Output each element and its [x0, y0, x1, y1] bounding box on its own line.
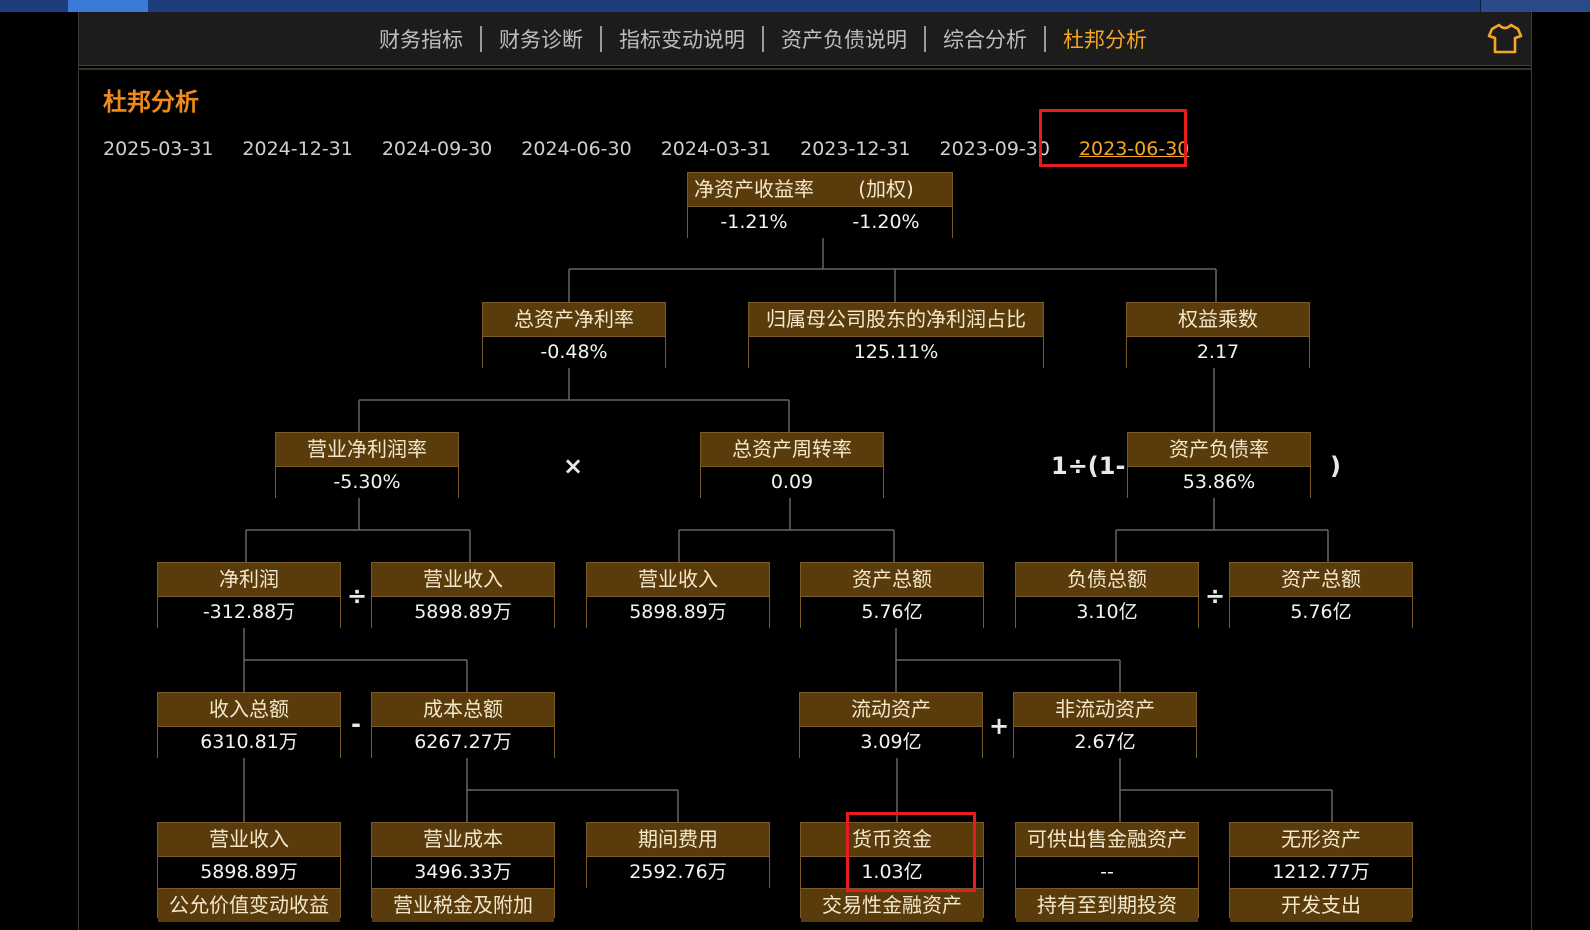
roe-value: -1.21% [720, 211, 788, 233]
node-value: 53.86% [1128, 466, 1310, 498]
noncurrent-assets-node[interactable]: 非流动资产 2.67亿 [1013, 692, 1197, 758]
afs-assets-node[interactable]: 可供出售金融资产 -- [1015, 822, 1199, 888]
node-label: 期间费用 [587, 823, 769, 856]
node-label: 营业税金及附加 [372, 889, 554, 922]
node-value: 5898.89万 [158, 856, 340, 888]
node-value: 0.09 [701, 466, 883, 498]
roa-node[interactable]: 总资产净利率 -0.48% [482, 302, 666, 368]
node-value: 3496.33万 [372, 856, 554, 888]
node-value: -312.88万 [158, 596, 340, 628]
roe-label: 净资产收益率 [694, 177, 814, 201]
node-label: 总资产周转率 [701, 433, 883, 466]
node-label: 交易性金融资产 [801, 889, 983, 922]
tax-surcharge-node[interactable]: 营业税金及附加 [371, 888, 555, 922]
node-label: 营业收入 [158, 823, 340, 856]
roe-weighted-value: -1.20% [852, 211, 920, 233]
trading-assets-node[interactable]: 交易性金融资产 [800, 888, 984, 922]
total-assets-node[interactable]: 资产总额 5.76亿 [800, 562, 984, 628]
node-value: 2592.76万 [587, 856, 769, 888]
node-value: -- [1016, 856, 1198, 888]
node-label: 成本总额 [372, 693, 554, 726]
node-label: 资产负债率 [1128, 433, 1310, 466]
total-liabilities-node[interactable]: 负债总额 3.10亿 [1015, 562, 1199, 628]
net-profit-node[interactable]: 净利润 -312.88万 [157, 562, 341, 628]
node-label: 总资产净利率 [483, 303, 665, 336]
top-bar-active-segment[interactable] [68, 0, 148, 12]
net-margin-node[interactable]: 营业净利润率 -5.30% [275, 432, 459, 498]
node-value: 2.17 [1127, 336, 1309, 368]
node-value: 5898.89万 [372, 596, 554, 628]
revenue-node[interactable]: 营业收入 5898.89万 [586, 562, 770, 628]
close-paren: ) [1330, 452, 1341, 480]
node-label: 非流动资产 [1014, 693, 1196, 726]
revenue-node[interactable]: 营业收入 5898.89万 [157, 822, 341, 888]
node-label: 开发支出 [1230, 889, 1412, 922]
plus-operator: + [989, 712, 1010, 740]
top-window-bar [0, 0, 1590, 12]
equity-multiplier-node[interactable]: 权益乘数 2.17 [1126, 302, 1310, 368]
roe-weighted-label: (加权) [858, 177, 914, 201]
total-cost-node[interactable]: 成本总额 6267.27万 [371, 692, 555, 758]
node-value: 2.67亿 [1014, 726, 1196, 758]
node-value: 1212.77万 [1230, 856, 1412, 888]
node-label: 归属母公司股东的净利润占比 [749, 303, 1043, 336]
node-label: 无形资产 [1230, 823, 1412, 856]
node-label: 资产总额 [1230, 563, 1412, 596]
development-expense-node[interactable]: 开发支出 [1229, 888, 1413, 922]
node-label: 权益乘数 [1127, 303, 1309, 336]
node-label: 公允价值变动收益 [158, 889, 340, 922]
node-value: 5898.89万 [587, 596, 769, 628]
node-label: 营业成本 [372, 823, 554, 856]
node-value: 5.76亿 [801, 596, 983, 628]
node-value: 125.11% [749, 336, 1043, 368]
revenue-node[interactable]: 营业收入 5898.89万 [371, 562, 555, 628]
roe-node[interactable]: 净资产收益率 (加权) -1.21% -1.20% [687, 172, 953, 238]
dupont-panel: 财务指标 财务诊断 指标变动说明 资产负债说明 综合分析 杜邦分析 杜邦分析 2… [78, 12, 1532, 930]
node-value: 3.10亿 [1016, 596, 1198, 628]
divide-operator: ÷ [1205, 582, 1226, 610]
total-assets-node[interactable]: 资产总额 5.76亿 [1229, 562, 1413, 628]
asset-turnover-node[interactable]: 总资产周转率 0.09 [700, 432, 884, 498]
node-label: 营业净利润率 [276, 433, 458, 466]
node-label: 资产总额 [801, 563, 983, 596]
fair-value-change-node[interactable]: 公允价值变动收益 [157, 888, 341, 922]
node-label: 营业收入 [372, 563, 554, 596]
htm-investment-node[interactable]: 持有至到期投资 [1015, 888, 1199, 922]
intangible-assets-node[interactable]: 无形资产 1212.77万 [1229, 822, 1413, 888]
node-label: 流动资产 [800, 693, 982, 726]
current-assets-node[interactable]: 流动资产 3.09亿 [799, 692, 983, 758]
node-label: 净利润 [158, 563, 340, 596]
node-value: 3.09亿 [800, 726, 982, 758]
node-label: 营业收入 [587, 563, 769, 596]
node-value: 6310.81万 [158, 726, 340, 758]
one-minus-operator: 1÷(1- [1051, 452, 1126, 480]
operating-cost-node[interactable]: 营业成本 3496.33万 [371, 822, 555, 888]
node-value: -5.30% [276, 466, 458, 498]
top-bar-right-segment[interactable] [1480, 0, 1590, 12]
divide-operator: ÷ [347, 582, 368, 610]
node-label: 负债总额 [1016, 563, 1198, 596]
total-income-node[interactable]: 收入总额 6310.81万 [157, 692, 341, 758]
node-label: 收入总额 [158, 693, 340, 726]
node-label: 持有至到期投资 [1016, 889, 1198, 922]
multiply-operator: × [563, 452, 584, 480]
parent-share-node[interactable]: 归属母公司股东的净利润占比 125.11% [748, 302, 1044, 368]
node-label: 可供出售金融资产 [1016, 823, 1198, 856]
minus-operator: - [351, 710, 361, 738]
node-value: 6267.27万 [372, 726, 554, 758]
period-expense-node[interactable]: 期间费用 2592.76万 [586, 822, 770, 888]
node-value: 5.76亿 [1230, 596, 1412, 628]
node-value: -0.48% [483, 336, 665, 368]
debt-ratio-node[interactable]: 资产负债率 53.86% [1127, 432, 1311, 498]
cash-highlight-box [846, 812, 976, 892]
